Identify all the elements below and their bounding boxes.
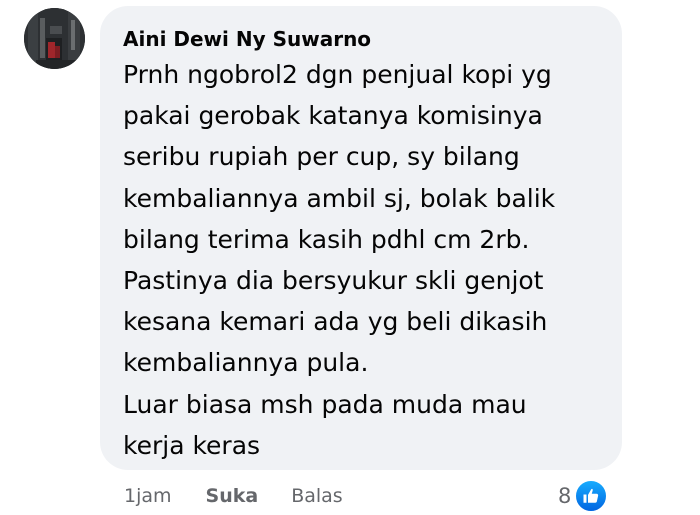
comment-line: bilang terima kasih pdhl cm 2rb. [123, 224, 530, 254]
comment-author[interactable]: Aini Dewi Ny Suwarno [123, 26, 600, 52]
avatar[interactable] [24, 8, 85, 69]
comment-line: kerja keras [123, 430, 261, 460]
comment-line: seribu rupiah per cup, sy bilang [123, 142, 520, 172]
comment-line: Pastinya dia bersyukur skli genjot [123, 265, 544, 295]
comment-line: kembaliannya ambil sj, bolak balik [123, 183, 556, 213]
comment-line: kesana kemari ada yg beli dikasih [123, 307, 548, 337]
comment-line: Luar biasa msh pada muda mau [123, 389, 527, 419]
like-icon [573, 478, 610, 514]
reaction-count: 8 [558, 484, 572, 508]
comment-container: Aini Dewi Ny Suwarno Prnh ngobrol2 dgn p… [0, 0, 700, 515]
like-button[interactable]: Suka [206, 485, 259, 507]
comment-line: Prnh ngobrol2 dgn penjual kopi yg [123, 60, 552, 89]
comment-actions: 1jam Suka Balas [124, 482, 343, 510]
reply-button[interactable]: Balas [291, 485, 343, 507]
comment-text: Prnh ngobrol2 dgn penjual kopi yg pakai … [123, 54, 600, 466]
comment-line: kembaliannya pula. [123, 348, 369, 378]
comment-line: pakai gerobak katanya komisinya [123, 101, 543, 131]
comment-timestamp[interactable]: 1jam [124, 485, 172, 507]
reaction-summary[interactable]: 8 [558, 478, 610, 514]
comment-bubble: Aini Dewi Ny Suwarno Prnh ngobrol2 dgn p… [100, 6, 622, 470]
